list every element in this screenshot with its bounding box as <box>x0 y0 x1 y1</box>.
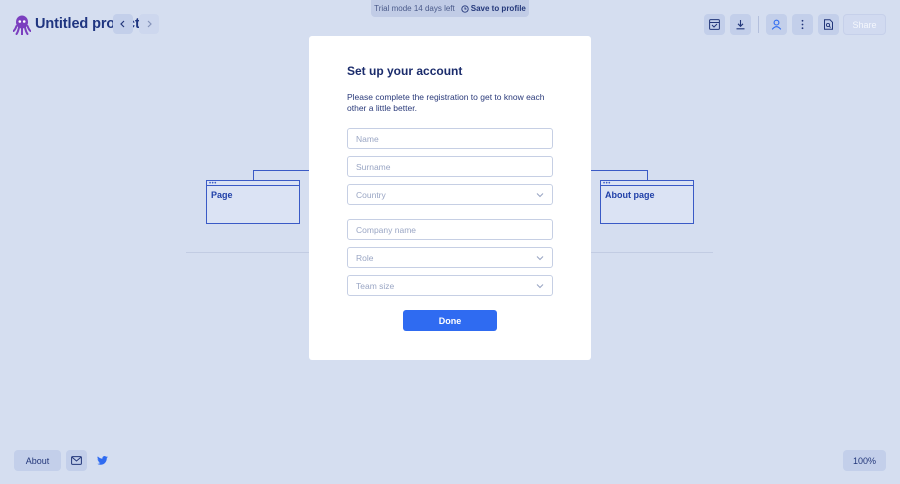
page-node-label: Page <box>211 190 233 200</box>
surname-input[interactable] <box>347 156 553 177</box>
twitter-icon[interactable] <box>96 454 108 466</box>
sitemap-button[interactable] <box>704 14 725 35</box>
trial-text: Trial mode 14 days left <box>374 4 455 13</box>
company-name-input[interactable] <box>347 219 553 240</box>
back-button[interactable] <box>113 14 133 34</box>
file-search-icon <box>824 19 833 30</box>
toolbar-divider <box>758 16 759 33</box>
more-button[interactable] <box>792 14 813 35</box>
octopus-logo-icon[interactable] <box>12 15 32 36</box>
chevron-left-icon <box>120 20 125 28</box>
chevron-right-icon <box>147 20 152 28</box>
modal-description: Please complete the registration to get … <box>347 92 545 113</box>
download-icon <box>736 20 745 30</box>
team-size-select-label: Team size <box>356 280 395 291</box>
window-dots-icon: ••• <box>603 181 611 187</box>
window-dots-icon: ••• <box>209 181 217 187</box>
user-icon <box>771 19 782 30</box>
sitemap-icon <box>709 19 720 30</box>
download-button[interactable] <box>730 14 751 35</box>
contact-button[interactable] <box>66 450 87 471</box>
role-select-label: Role <box>356 252 374 263</box>
chevron-down-icon <box>536 255 544 261</box>
trial-banner: Trial mode 14 days left Save to profile <box>371 0 529 17</box>
team-size-select[interactable]: Team size <box>347 275 553 296</box>
role-select[interactable]: Role <box>347 247 553 268</box>
forward-button[interactable] <box>139 14 159 34</box>
done-button[interactable]: Done <box>403 310 497 331</box>
page-node-label: About page <box>605 190 655 200</box>
mail-icon <box>71 456 82 465</box>
modal-title: Set up your account <box>347 64 463 78</box>
chevron-down-icon <box>536 192 544 198</box>
country-select[interactable]: Country <box>347 184 553 205</box>
share-button[interactable]: Share <box>843 14 886 35</box>
profile-button[interactable] <box>766 14 787 35</box>
clock-icon <box>461 4 469 13</box>
country-select-label: Country <box>356 189 386 200</box>
page-node-right[interactable]: ••• About page <box>600 180 694 224</box>
save-to-profile-label: Save to profile <box>470 4 526 13</box>
more-vertical-icon <box>801 19 804 30</box>
setup-account-modal: Set up your account Please complete the … <box>309 36 591 360</box>
name-input[interactable] <box>347 128 553 149</box>
chevron-down-icon <box>536 283 544 289</box>
page-node-left[interactable]: ••• Page <box>206 180 300 224</box>
save-to-profile-link[interactable]: Save to profile <box>461 4 526 13</box>
file-search-button[interactable] <box>818 14 839 35</box>
zoom-level-button[interactable]: 100% <box>843 450 886 471</box>
about-button[interactable]: About <box>14 450 61 471</box>
